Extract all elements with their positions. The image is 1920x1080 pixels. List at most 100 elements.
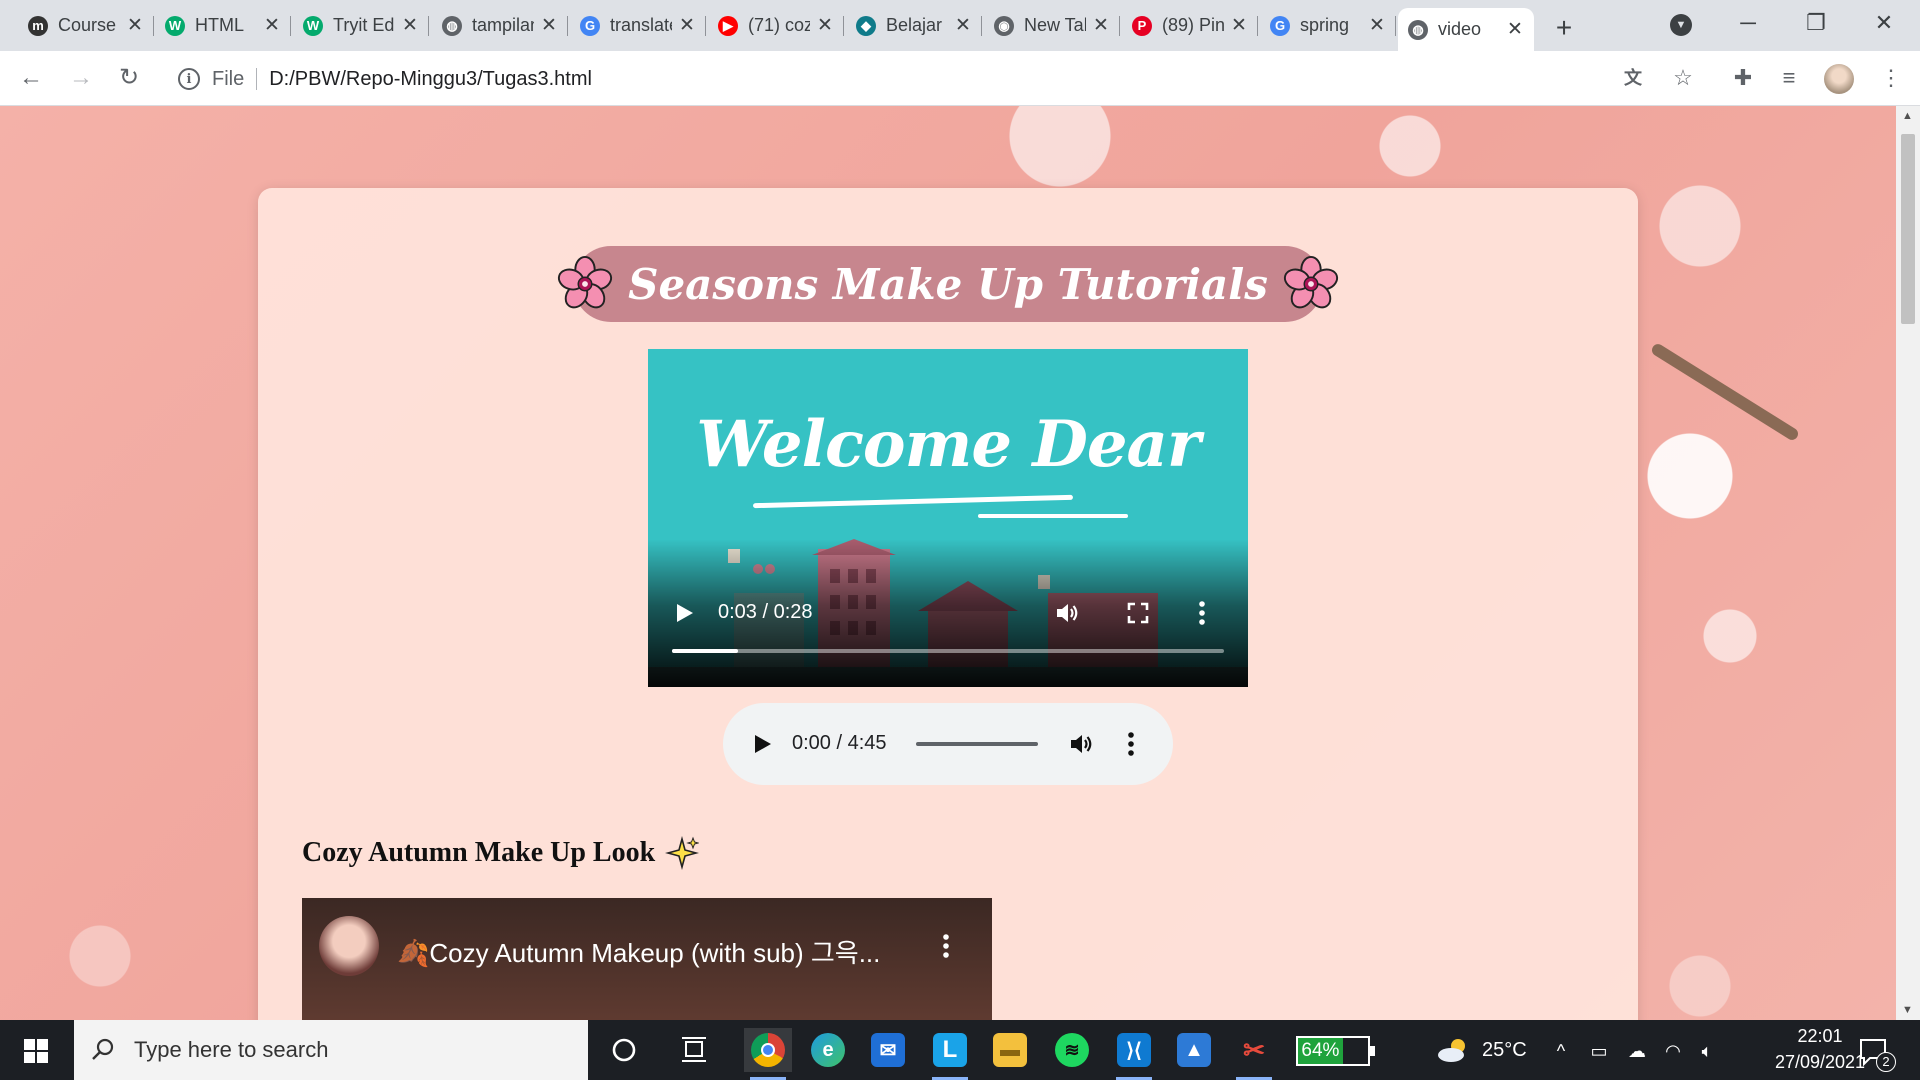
- video-player[interactable]: Welcome Dear 0:03 / 0:28: [648, 349, 1248, 687]
- browser-tab[interactable]: ◉ New Tab ✕: [984, 8, 1120, 43]
- browser-tab[interactable]: W Tryit Editor ✕: [293, 8, 429, 43]
- tab-search-icon[interactable]: ▼: [1670, 14, 1692, 36]
- l-app-taskbar-icon[interactable]: L: [926, 1028, 974, 1080]
- video-progress-bar[interactable]: [672, 649, 1224, 653]
- browser-tab[interactable]: m Course ✕: [18, 8, 154, 43]
- close-window-button[interactable]: ✕: [1864, 6, 1904, 40]
- new-tab-button[interactable]: +: [1549, 12, 1579, 44]
- show-hidden-icons-chevron-icon[interactable]: ^: [1548, 1038, 1574, 1064]
- url-scheme-label: File: [212, 67, 245, 90]
- vscode-taskbar-icon[interactable]: ⟩⟨: [1110, 1028, 1158, 1080]
- close-tab-icon[interactable]: ✕: [678, 14, 696, 37]
- browser-tab[interactable]: P (89) Pinterest ✕: [1122, 8, 1258, 43]
- tab-separator: [981, 16, 982, 36]
- task-view-icon[interactable]: [670, 1028, 718, 1072]
- notification-count-badge: 2: [1876, 1052, 1896, 1072]
- snipping-tool-taskbar-icon[interactable]: ✂: [1230, 1028, 1278, 1080]
- speaker-icon[interactable]: 🔈︎: [1694, 1038, 1720, 1064]
- cortana-icon[interactable]: [600, 1028, 648, 1072]
- more-options-icon[interactable]: [1127, 731, 1135, 757]
- minimize-button[interactable]: ─: [1728, 6, 1768, 40]
- battery-meter-widget[interactable]: 64%: [1296, 1036, 1375, 1066]
- site-info-icon[interactable]: i: [178, 68, 200, 90]
- video-time-display: 0:03 / 0:28: [718, 601, 813, 623]
- scroll-down-arrow-icon[interactable]: ▼: [1902, 1004, 1913, 1016]
- photos-taskbar-icon[interactable]: ▲: [1170, 1028, 1218, 1072]
- scroll-up-arrow-icon[interactable]: ▲: [1902, 110, 1913, 122]
- close-tab-icon[interactable]: ✕: [1230, 14, 1248, 37]
- belajar-icon: ◆: [856, 15, 876, 36]
- video-progress-fill: [672, 649, 739, 653]
- browser-tab[interactable]: Gtranslate ✕: [570, 8, 706, 43]
- browser-tab[interactable]: ◆ Belajar ✕: [846, 8, 982, 43]
- close-tab-icon[interactable]: ✕: [540, 14, 558, 37]
- youtube-icon: ▶: [718, 15, 738, 36]
- tab-title: Belajar: [886, 15, 943, 35]
- weather-widget[interactable]: 25°C: [1436, 1036, 1527, 1064]
- wifi-icon[interactable]: ◠: [1660, 1038, 1686, 1064]
- browser-tab[interactable]: ◍ video ✕: [1398, 8, 1534, 51]
- windows-start-icon[interactable]: [14, 1034, 58, 1068]
- fullscreen-icon[interactable]: [1126, 601, 1150, 625]
- audio-player[interactable]: 0:00 / 4:45: [723, 703, 1173, 785]
- more-options-icon[interactable]: [942, 933, 950, 959]
- channel-avatar[interactable]: [319, 916, 379, 976]
- battery-percent-label: 64%: [1301, 1040, 1340, 1061]
- audio-progress-bar[interactable]: [916, 742, 1038, 746]
- sparkle-icon: [665, 836, 700, 870]
- back-arrow-icon[interactable]: ←: [14, 61, 48, 95]
- close-tab-icon[interactable]: ✕: [263, 14, 281, 37]
- more-options-icon[interactable]: [1198, 600, 1206, 626]
- url-text[interactable]: D:/PBW/Repo-Minggu3/Tugas3.html: [269, 68, 592, 91]
- restore-button[interactable]: ❐: [1796, 6, 1836, 40]
- close-tab-icon[interactable]: ✕: [1506, 18, 1524, 41]
- bookmark-star-icon[interactable]: ☆: [1668, 63, 1698, 93]
- mail-taskbar-icon[interactable]: ✉: [864, 1028, 912, 1072]
- close-tab-icon[interactable]: ✕: [1368, 14, 1386, 37]
- weather-temperature: 25°C: [1482, 1038, 1527, 1061]
- profile-avatar[interactable]: [1824, 64, 1854, 94]
- close-tab-icon[interactable]: ✕: [954, 14, 972, 37]
- tab-separator: [1395, 16, 1396, 36]
- content-card: Seasons Make Up Tutorials Welcome Dear 0…: [258, 188, 1638, 1020]
- scrollbar-thumb[interactable]: [1901, 134, 1915, 324]
- page-scrollbar[interactable]: ▲ ▼: [1896, 106, 1920, 1020]
- reload-icon[interactable]: ↻: [112, 61, 146, 95]
- media-control-icon[interactable]: ≡: [1774, 63, 1804, 93]
- play-icon[interactable]: [751, 732, 773, 756]
- address-bar[interactable]: i File D:/PBW/Repo-Minggu3/Tugas3.html: [164, 57, 1690, 101]
- browser-tab[interactable]: W HTML ✕: [155, 8, 291, 43]
- close-tab-icon[interactable]: ✕: [1092, 14, 1110, 37]
- extensions-puzzle-icon[interactable]: ✚: [1728, 63, 1758, 93]
- onedrive-cloud-icon[interactable]: ☁: [1624, 1038, 1650, 1064]
- close-tab-icon[interactable]: ✕: [126, 14, 144, 37]
- battery-tray-icon[interactable]: ▭: [1586, 1038, 1612, 1064]
- youtube-video-title[interactable]: 🍂Cozy Autumn Makeup (with sub) 그윽...: [397, 933, 880, 970]
- volume-icon[interactable]: [1054, 600, 1080, 626]
- title-banner: Seasons Make Up Tutorials: [558, 246, 1338, 322]
- forward-arrow-icon[interactable]: →: [64, 61, 98, 95]
- close-tab-icon[interactable]: ✕: [816, 14, 834, 37]
- tab-separator: [1119, 16, 1120, 36]
- menu-kebab-icon[interactable]: ⋮: [1876, 63, 1906, 93]
- file-explorer-taskbar-icon[interactable]: ▬: [986, 1028, 1034, 1072]
- chrome-taskbar-icon[interactable]: [744, 1028, 792, 1080]
- tab-title: translate: [610, 15, 672, 35]
- section-heading: Cozy Autumn Make Up Look: [302, 836, 700, 870]
- spotify-taskbar-icon[interactable]: ≋: [1048, 1028, 1096, 1072]
- close-tab-icon[interactable]: ✕: [401, 14, 419, 37]
- youtube-embed[interactable]: 🍂Cozy Autumn Makeup (with sub) 그윽...: [302, 898, 992, 1020]
- browser-tab[interactable]: Gspring ✕: [1260, 8, 1396, 43]
- battery-tip: [1370, 1046, 1375, 1056]
- volume-icon[interactable]: [1068, 731, 1094, 757]
- taskbar-search-box[interactable]: Type here to search: [74, 1020, 588, 1080]
- browser-tab[interactable]: ▶ (71) cozy ✕: [708, 8, 844, 43]
- w3schools-icon: W: [165, 15, 185, 36]
- browser-tab[interactable]: ◍ tampilan ✕: [432, 8, 568, 43]
- edge-taskbar-icon[interactable]: e: [804, 1028, 852, 1072]
- moodle-icon: m: [28, 15, 48, 36]
- translate-icon[interactable]: 文: [1618, 63, 1648, 93]
- tab-title: HTML: [195, 15, 244, 35]
- play-icon[interactable]: [672, 601, 696, 625]
- tab-title: tampilan: [472, 15, 534, 35]
